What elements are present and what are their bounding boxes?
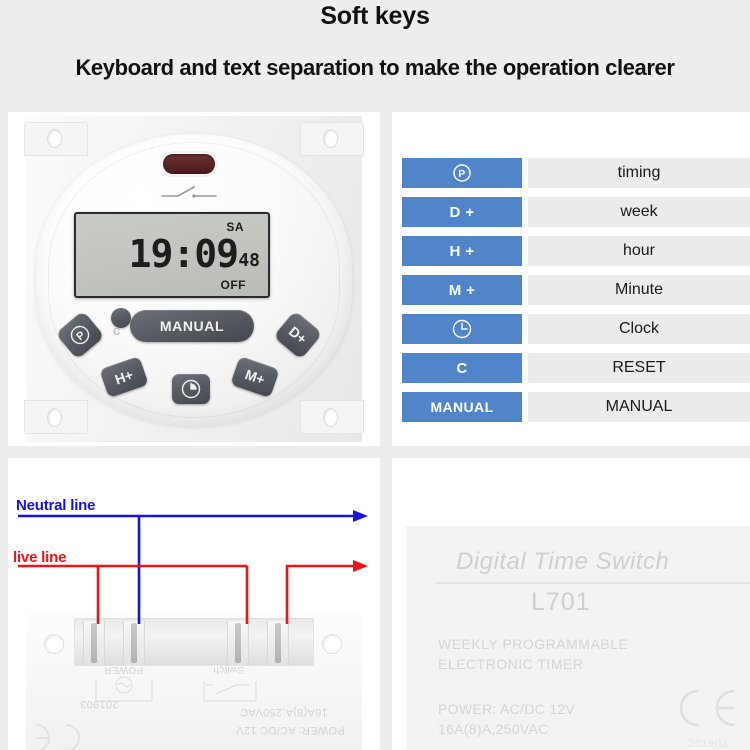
key-button-clock[interactable] (402, 314, 522, 344)
key-button-d-plus[interactable]: D + (402, 197, 522, 227)
infrared-window (163, 154, 215, 174)
device-button-c[interactable] (111, 308, 131, 328)
label-face: Digital Time Switch L701 WEEKLY PROGRAMM… (406, 526, 750, 750)
circled-p-icon: P (452, 163, 472, 183)
wiring-diagram-panel: POWER Switch 201903 16A(8)A,250VAC POWER… (8, 458, 380, 750)
svg-text:P: P (458, 168, 465, 180)
header: Soft keys Keyboard and text separation t… (0, 0, 750, 110)
function-label-reset: RESET (528, 353, 750, 383)
screw-hole-bottom-left (47, 408, 62, 427)
product-label-panel: Digital Time Switch L701 WEEKLY PROGRAMM… (392, 458, 750, 750)
label-power-line1: POWER: AC/DC 12V (438, 701, 576, 717)
label-description-line2: ELECTRONIC TIMER (438, 656, 584, 672)
label-power-line2: 16A(8)A,250VAC (438, 721, 549, 737)
key-function-table-panel: P timing D + week H + hour M + Minute Cl… (392, 112, 750, 446)
function-label-manual: MANUAL (528, 392, 750, 422)
page-title: Soft keys (320, 2, 430, 30)
table-row: M + Minute (392, 275, 750, 305)
switch-symbol-icon (160, 184, 218, 200)
live-line-label: live line (13, 549, 67, 566)
device-button-manual[interactable]: MANUAL (130, 310, 254, 342)
label-model: L701 (531, 588, 591, 616)
timer-device: SA 19:09 48 OFF MANUAL C P D+ H+ M+ (8, 112, 380, 446)
screenshot-root: Soft keys Keyboard and text separation t… (0, 0, 750, 750)
key-function-table: P timing D + week H + hour M + Minute Cl… (392, 112, 750, 446)
function-label-hour: hour (528, 236, 750, 266)
function-label-week: week (528, 197, 750, 227)
device-button-clock[interactable] (172, 374, 210, 404)
ce-mark-icon (668, 686, 740, 730)
table-row: Clock (392, 314, 750, 344)
lcd-screen: SA 19:09 48 OFF (76, 214, 268, 296)
table-row: H + hour (392, 236, 750, 266)
page-subtitle: Keyboard and text separation to make the… (75, 55, 675, 80)
function-label-minute: Minute (528, 275, 750, 305)
device-photo-panel: SA 19:09 48 OFF MANUAL C P D+ H+ M+ (8, 112, 380, 446)
label-divider (436, 582, 750, 584)
label-serial-number: 201903 (688, 738, 729, 750)
clock-icon (451, 318, 473, 340)
neutral-line-label: Neutral line (16, 497, 96, 514)
table-row: C RESET (392, 353, 750, 383)
lcd-state-indicator: OFF (220, 278, 246, 292)
key-button-c[interactable]: C (402, 353, 522, 383)
label-title: Digital Time Switch (456, 548, 670, 575)
key-button-m-plus[interactable]: M + (402, 275, 522, 305)
screw-hole-top-right (323, 129, 338, 148)
clock-icon (181, 379, 201, 399)
screw-hole-bottom-right (323, 408, 338, 427)
table-row: D + week (392, 197, 750, 227)
label-description-line1: WEEKLY PROGRAMMABLE (438, 636, 629, 652)
function-label-clock: Clock (528, 314, 750, 344)
screw-hole-top-left (47, 129, 62, 148)
lcd-seconds: 48 (238, 250, 260, 271)
table-row: MANUAL MANUAL (392, 392, 750, 422)
table-row: P timing (392, 158, 750, 188)
function-label-timing: timing (528, 158, 750, 188)
lcd-bezel: SA 19:09 48 OFF (74, 212, 270, 298)
key-button-manual[interactable]: MANUAL (402, 392, 522, 422)
wiring-diagram: POWER Switch 201903 16A(8)A,250VAC POWER… (8, 458, 380, 750)
key-button-p[interactable]: P (402, 158, 522, 188)
circled-p-icon: P (70, 325, 90, 345)
lcd-time: 19:09 (128, 232, 239, 276)
key-button-h-plus[interactable]: H + (402, 236, 522, 266)
device-button-c-label: C (113, 327, 121, 338)
product-label: Digital Time Switch L701 WEEKLY PROGRAMM… (392, 458, 750, 750)
